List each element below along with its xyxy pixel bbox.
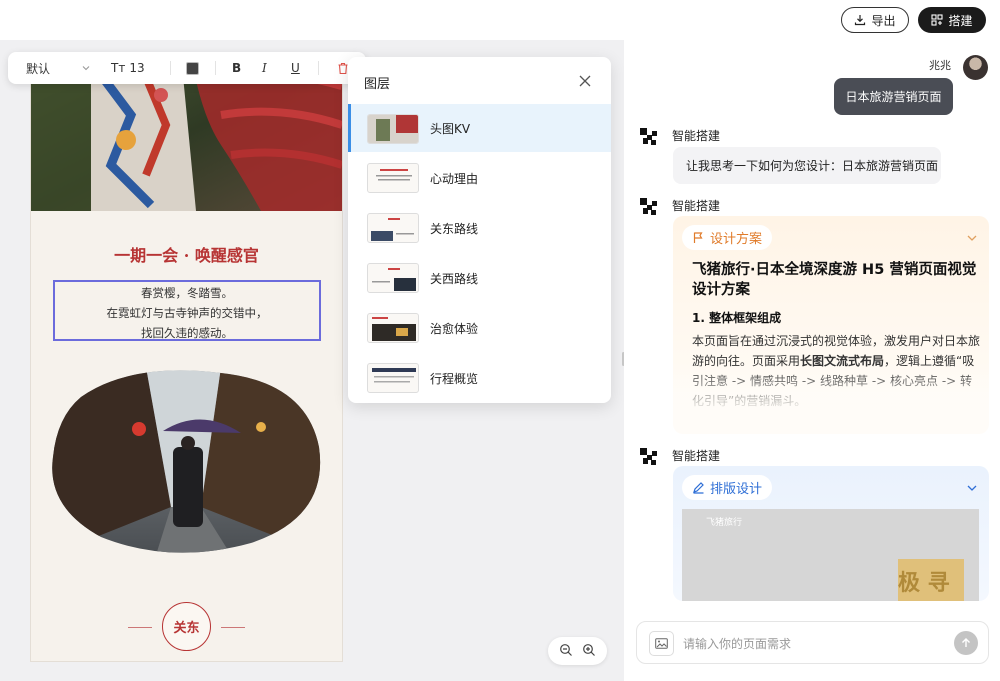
page-preview[interactable]: 一期一会 · 唤醒感官 春赏樱，冬踏雪。 在霓虹灯与古寺钟声的交错中， 找回久违… <box>31 55 342 661</box>
layer-item-kansai[interactable]: 关西路线 <box>348 254 611 302</box>
layers-panel: 图层 头图KV 心动理由 关东路线 关西路线 治愈体验 行程概览 <box>348 57 611 403</box>
layer-label: 关东路线 <box>430 221 479 236</box>
font-family-select[interactable]: 默认 <box>26 52 50 84</box>
chevron-down-icon[interactable] <box>966 479 978 498</box>
export-label: 导出 <box>871 13 896 28</box>
layer-thumbnail <box>367 363 419 393</box>
build-label: 搭建 <box>948 13 973 28</box>
preview-title-block: 极 寻 <box>898 559 964 601</box>
export-button[interactable]: 导出 <box>841 7 909 33</box>
bot-name: 智能搭建 <box>672 449 721 463</box>
design-plan-tag: 设计方案 <box>682 225 773 250</box>
user-message: 日本旅游营销页面 <box>834 78 953 115</box>
build-button[interactable]: 搭建 <box>918 7 986 33</box>
layer-label: 关西路线 <box>430 271 479 286</box>
street-photo[interactable] <box>51 367 323 555</box>
bold-button[interactable]: B <box>232 52 241 84</box>
font-size-value: 13 <box>129 61 145 75</box>
layer-thumbnail <box>367 114 419 144</box>
layer-item-healing[interactable]: 治愈体验 <box>348 304 611 352</box>
text-format-toolbar: 默认 Tт 13 B I U <box>8 52 366 84</box>
layer-thumbnail <box>367 263 419 293</box>
layer-label: 心动理由 <box>430 171 479 186</box>
font-size-select[interactable]: Tт 13 <box>111 52 145 84</box>
top-bar: 导出 搭建 <box>0 0 1000 40</box>
card-fade-overlay <box>673 366 989 434</box>
divider-line-left <box>128 627 152 628</box>
design-plan-tag-label: 设计方案 <box>710 232 763 247</box>
chat-input-box[interactable]: 请输入你的页面需求 <box>636 621 989 664</box>
layer-label: 头图KV <box>430 121 471 136</box>
pen-icon <box>693 482 704 494</box>
italic-button[interactable]: I <box>262 52 267 84</box>
section-seal-kanto[interactable]: 关东 <box>162 602 211 651</box>
chevron-down-icon[interactable] <box>966 229 978 248</box>
design-plan-card[interactable]: 设计方案 飞猪旅行·日本全境深度游 H5 营销页面视觉设计方案 1. 整体框架组… <box>673 216 989 434</box>
design-plan-section: 1. 整体框架组成 <box>692 311 782 325</box>
text-size-icon: Tт <box>111 61 126 75</box>
layout-design-tag-label: 排版设计 <box>710 482 763 497</box>
selected-text-block[interactable]: 春赏樱，冬踏雪。 在霓虹灯与古寺钟声的交错中， 找回久违的感动。 <box>53 280 321 341</box>
bot-logo-icon <box>640 448 657 465</box>
toolbar-separator <box>318 61 319 75</box>
layer-thumbnail <box>367 163 419 193</box>
design-plan-title: 飞猪旅行·日本全境深度游 H5 营销页面视觉设计方案 <box>692 262 977 298</box>
image-upload-icon[interactable] <box>649 631 674 656</box>
zoom-in-icon[interactable] <box>582 642 596 661</box>
poem-line-2: 在霓虹灯与古寺钟声的交错中， <box>106 306 268 320</box>
bot-logo-icon <box>640 128 657 145</box>
close-icon[interactable] <box>578 73 592 92</box>
font-family-value: 默认 <box>26 61 51 76</box>
chevron-down-icon[interactable] <box>81 52 91 84</box>
bot-message: 让我思考一下如何为您设计：日本旅游营销页面 <box>673 147 941 184</box>
poem-line-3: 找回久违的感动。 <box>141 326 233 340</box>
page-headline[interactable]: 一期一会 · 唤醒感官 <box>31 242 342 266</box>
send-button[interactable] <box>954 631 978 655</box>
layer-thumbnail <box>367 213 419 243</box>
bot-name: 智能搭建 <box>672 129 721 143</box>
layout-preview-image[interactable]: 飞猪旅行 极 寻 <box>682 509 979 601</box>
user-name: 兆兆 <box>929 59 951 72</box>
layout-design-tag: 排版设计 <box>682 475 773 500</box>
preview-brand: 飞猪旅行 <box>706 518 743 528</box>
arrow-up-icon <box>962 638 970 647</box>
toolbar-separator <box>215 61 216 75</box>
toolbar-separator <box>170 61 171 75</box>
zoom-out-icon[interactable] <box>559 642 573 661</box>
poem-line-1: 春赏樱，冬踏雪。 <box>141 286 233 300</box>
underline-button[interactable]: U <box>291 52 300 84</box>
layer-label: 行程概览 <box>430 371 479 386</box>
flag-icon <box>693 232 703 243</box>
text-color-picker[interactable] <box>186 52 199 84</box>
divider-line-right <box>221 627 245 628</box>
layer-item-itinerary[interactable]: 行程概览 <box>348 354 611 402</box>
layer-item-kv[interactable]: 头图KV <box>348 104 611 152</box>
download-icon <box>855 15 866 26</box>
layers-title: 图层 <box>364 77 391 92</box>
zoom-controls <box>548 637 607 665</box>
bot-name: 智能搭建 <box>672 199 721 213</box>
layer-thumbnail <box>367 313 419 343</box>
avatar <box>963 55 988 80</box>
layer-label: 治愈体验 <box>430 321 479 336</box>
chat-input-placeholder: 请输入你的页面需求 <box>683 637 792 651</box>
layer-item-reasons[interactable]: 心动理由 <box>348 154 611 202</box>
layout-design-card[interactable]: 排版设计 飞猪旅行 极 寻 <box>673 466 989 601</box>
bot-logo-icon <box>640 198 657 215</box>
grid-build-icon <box>931 14 944 26</box>
layer-item-kanto[interactable]: 关东路线 <box>348 204 611 252</box>
preview-big-text: 极 寻 <box>898 570 950 596</box>
color-swatch <box>186 61 199 75</box>
